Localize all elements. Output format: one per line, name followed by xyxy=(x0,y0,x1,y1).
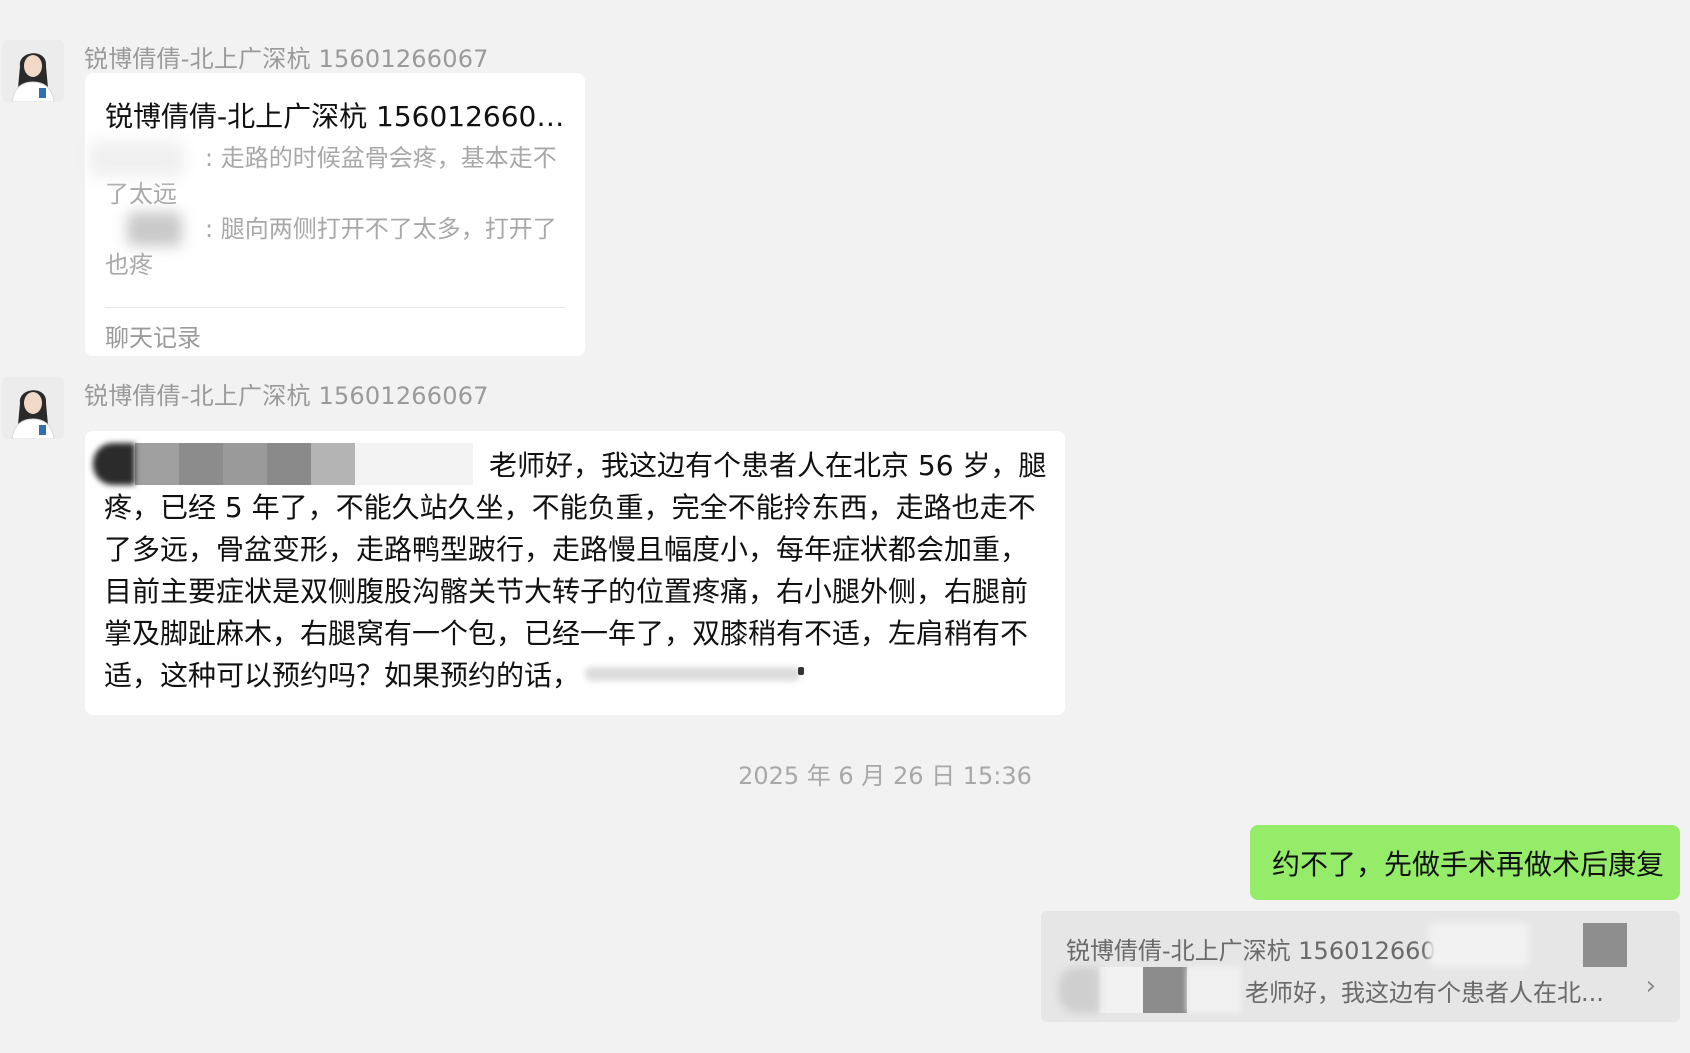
message-text: 约不了，先做手术再做术后康复 xyxy=(1271,847,1664,881)
quoted-message-card[interactable]: 锐博倩倩-北上广深杭 15601266067: 老师好，我这边有个患者人在北..… xyxy=(1041,911,1680,1022)
redacted-mosaic xyxy=(93,443,473,485)
chat-record-card[interactable]: 锐博倩倩-北上广深杭 15601266067 : 走路的时候盆骨会疼，基本走不了… xyxy=(85,73,585,356)
chat-record-title: 锐博倩倩-北上广深杭 15601266067 xyxy=(105,100,570,133)
redacted-mosaic xyxy=(1059,967,1241,1013)
outgoing-message-bubble[interactable]: 约不了，先做手术再做术后康复 xyxy=(1249,825,1680,900)
sender-avatar[interactable] xyxy=(2,377,64,439)
redacted-block xyxy=(1583,923,1627,967)
sender-name: 锐博倩倩-北上广深杭 15601266067 xyxy=(84,382,489,410)
message-bubble[interactable]: 老师好，我这边有个患者人在北京 56 岁，腿疼，已经 5 年了，不能久站久坐，不… xyxy=(85,431,1065,715)
quoted-text: 老师好，我这边有个患者人在北... xyxy=(1245,979,1604,1007)
redacted-text xyxy=(1429,923,1529,967)
quoted-sender: 锐博倩倩-北上广深杭 15601266067: xyxy=(1066,937,1475,965)
chat-record-label: 聊天记录 xyxy=(105,324,201,352)
divider xyxy=(105,307,565,308)
sender-avatar[interactable] xyxy=(2,40,64,102)
redacted-text xyxy=(585,667,800,681)
chevron-right-icon[interactable]: › xyxy=(1646,973,1656,999)
redacted-name xyxy=(127,212,182,246)
redacted-name xyxy=(89,141,184,177)
avatar-icon xyxy=(2,377,64,439)
redacted-edge xyxy=(798,667,804,675)
sender-name: 锐博倩倩-北上广深杭 15601266067 xyxy=(84,45,489,73)
timestamp: 2025 年 6 月 26 日 15:36 xyxy=(738,762,1032,790)
avatar-icon xyxy=(2,40,64,102)
